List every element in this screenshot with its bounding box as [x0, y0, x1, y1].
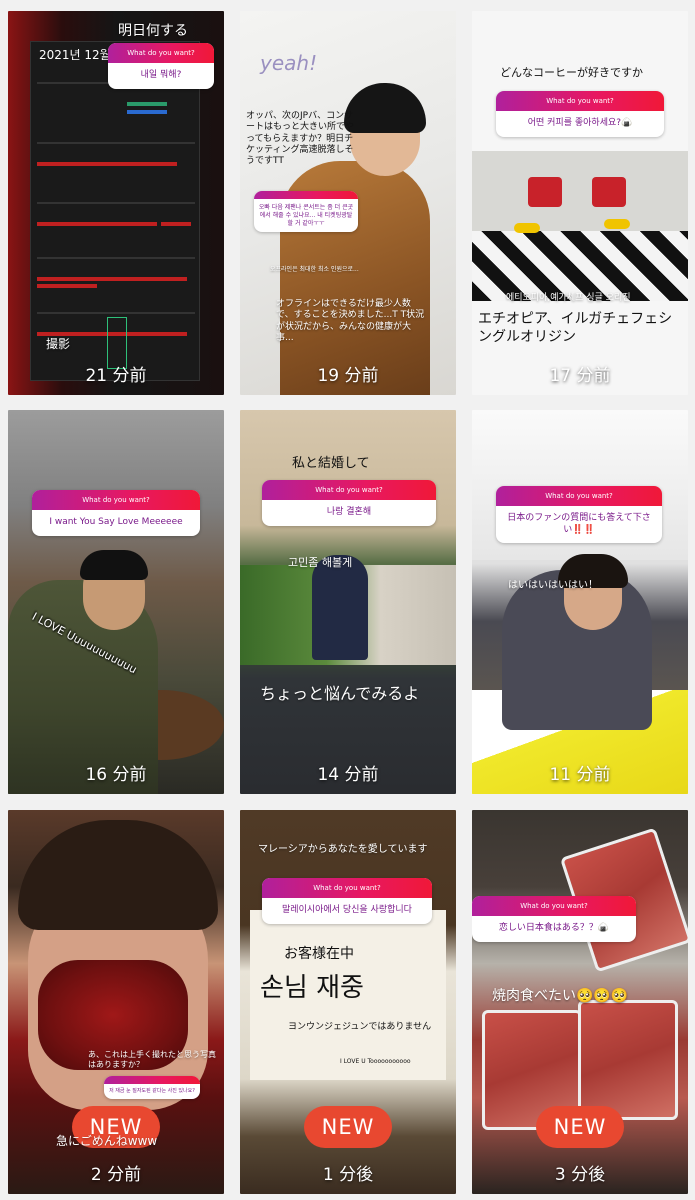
- story-caption-bottom: ヨンウンジェジュンではありません: [288, 1022, 432, 1032]
- question-answer: 어떤 커피를 좋아하세요?🍙: [527, 118, 633, 128]
- question-answer: 내일 뭐해?: [140, 70, 182, 80]
- question-header: What do you want?: [472, 896, 636, 916]
- yellow-stool: [514, 223, 540, 233]
- question-header: What do you want?: [262, 878, 432, 898]
- story-caption-bottom: 急にごめんねwww: [56, 1134, 158, 1148]
- story-time: 21 分前: [85, 366, 147, 386]
- story-time: 11 分前: [549, 765, 611, 785]
- story-time: 17 分前: [549, 366, 611, 386]
- story-tile[interactable]: 私と結婚して What do you want? 나랑 결혼해 고민좀 해볼게 …: [240, 410, 456, 794]
- question-header: What do you want?: [32, 490, 200, 510]
- red-seat: [528, 177, 562, 207]
- cafe-wall: [472, 151, 688, 231]
- person-seated: [312, 555, 368, 660]
- red-seat: [592, 177, 626, 207]
- story-caption-top: どんなコーヒーが好きですか: [500, 66, 643, 79]
- question-answer: 나랑 결혼해: [326, 507, 372, 517]
- story-caption-small: I LOVE U Tooooooooooo: [340, 1058, 411, 1065]
- question-answer: I want You Say Love Meeeeee: [49, 517, 183, 527]
- person-hair: [18, 820, 218, 930]
- question-answer: 恋しい日本食はある？？🍙: [498, 923, 610, 933]
- story-tile[interactable]: あ、これは上手く撮れたと思う写真はありますか？ 저 재금 눈 질자도된 같다는 …: [8, 810, 224, 1194]
- new-badge: NEW: [304, 1106, 392, 1148]
- story-time: 2 分前: [90, 1165, 142, 1185]
- yellow-stool: [604, 219, 630, 229]
- meat-package: [578, 1000, 678, 1120]
- question-sticker: 저 재금 눈 질자도된 같다는 사진 있나요?: [104, 1076, 200, 1099]
- question-header: What do you want?: [496, 486, 662, 506]
- question-header: [104, 1076, 200, 1084]
- question-answer: 저 재금 눈 질자도된 같다는 사진 있나요?: [109, 1088, 195, 1094]
- story-tile[interactable]: What do you want? I want You Say Love Me…: [8, 410, 224, 794]
- question-sticker: What do you want? 어떤 커피를 좋아하세요?🍙: [496, 91, 664, 137]
- question-answer: 말레이시아에서 당신을 사랑합니다: [282, 905, 412, 915]
- story-caption-bottom: はいはいはいはい！: [508, 580, 598, 591]
- story-time: 1 分後: [322, 1165, 374, 1185]
- story-tile[interactable]: What do you want? 日本のファンの質問にも答えて下さい‼️‼️ …: [472, 410, 688, 794]
- question-header: What do you want?: [262, 480, 436, 500]
- story-caption-bottom: 撮影: [46, 337, 71, 351]
- story-grid: 2021년 12월 明日何する What do you want? 내일 뭐해?…: [0, 0, 695, 1200]
- question-sticker: What do you want? 나랑 결혼해: [262, 480, 436, 526]
- question-answer: 日本のファンの質問にも答えて下さい‼️‼️: [507, 513, 651, 535]
- calendar-screenshot: 2021년 12월: [30, 41, 200, 381]
- story-time: 14 分前: [317, 765, 379, 785]
- story-caption-top: マレーシアからあなたを愛しています: [258, 844, 428, 855]
- story-caption-bottom: オフラインはできるだけ最少人数で、することを決めました...T T状況が状況だか…: [276, 299, 425, 343]
- story-caption-korean: 에티오피아,예가체프 싱글 오리진: [506, 293, 631, 303]
- story-time: 19 分前: [317, 366, 379, 386]
- story-tile[interactable]: What do you want? 恋しい日本食はある？？🍙 焼肉食べたい🥺🥺🥺…: [472, 810, 688, 1194]
- story-caption-top: 明日何する: [118, 23, 188, 39]
- checkered-floor: [472, 231, 688, 301]
- question-sticker: What do you want? 恋しい日本食はある？？🍙: [472, 896, 636, 942]
- story-caption-korean: 오프라인은 최대한 최소 인원으로...: [270, 266, 359, 273]
- story-tile[interactable]: 2021년 12월 明日何する What do you want? 내일 뭐해?…: [8, 11, 224, 395]
- story-tile[interactable]: yeah! オッパ、次のJPバ、コンサートはもっと大きい所でやってもらえますか？…: [240, 11, 456, 395]
- question-header: What do you want?: [496, 91, 664, 111]
- story-time: 3 分後: [554, 1165, 606, 1185]
- question-answer: 오빠 다음 제팬나 콘서트는 좀 더 큰곳에서 해줄 수 있냐요... 내 티켓…: [258, 204, 354, 227]
- question-sticker: What do you want? 말레이시아에서 당신을 사랑합니다: [262, 878, 432, 924]
- story-logo-text: yeah!: [260, 51, 318, 75]
- story-caption-bottom: 焼肉食べたい🥺🥺🥺: [492, 988, 629, 1004]
- story-caption-top: オッパ、次のJPバ、コンサートはもっと大きい所でやってもらえますか？明日チケッテ…: [246, 111, 355, 166]
- person-hair: [80, 550, 148, 580]
- question-sticker: 오빠 다음 제팬나 콘서트는 좀 더 큰곳에서 해줄 수 있냐요... 내 티켓…: [254, 191, 358, 233]
- story-tile[interactable]: どんなコーヒーが好きですか What do you want? 어떤 커피를 좋…: [472, 11, 688, 395]
- story-caption-top: あ、これは上手く撮れたと思う写真はありますか？: [88, 1050, 216, 1069]
- question-sticker: What do you want? 日本のファンの質問にも答えて下さい‼️‼️: [496, 486, 662, 544]
- person-hair: [344, 83, 426, 133]
- calendar-header: 2021년 12월: [39, 48, 111, 62]
- sign-line-1: お客様在中: [284, 946, 354, 962]
- story-time: 16 分前: [85, 765, 147, 785]
- new-badge: NEW: [536, 1106, 624, 1148]
- question-header: [254, 191, 358, 199]
- sign-line-2: 손님 재중: [260, 973, 364, 1003]
- story-caption-bottom: ちょっと悩んでみるよ: [260, 684, 420, 703]
- question-sticker: What do you want? 내일 뭐해?: [108, 43, 214, 89]
- question-sticker: What do you want? I want You Say Love Me…: [32, 490, 200, 536]
- question-header: What do you want?: [108, 43, 214, 63]
- story-tile[interactable]: マレーシアからあなたを愛しています What do you want? 말레이시…: [240, 810, 456, 1194]
- story-caption-bottom: エチオピア、イルガチェフェシングルオリジン: [478, 311, 673, 345]
- story-caption-top: 私と結婚して: [292, 456, 370, 471]
- story-caption-korean: 고민좀 해볼게: [288, 556, 353, 569]
